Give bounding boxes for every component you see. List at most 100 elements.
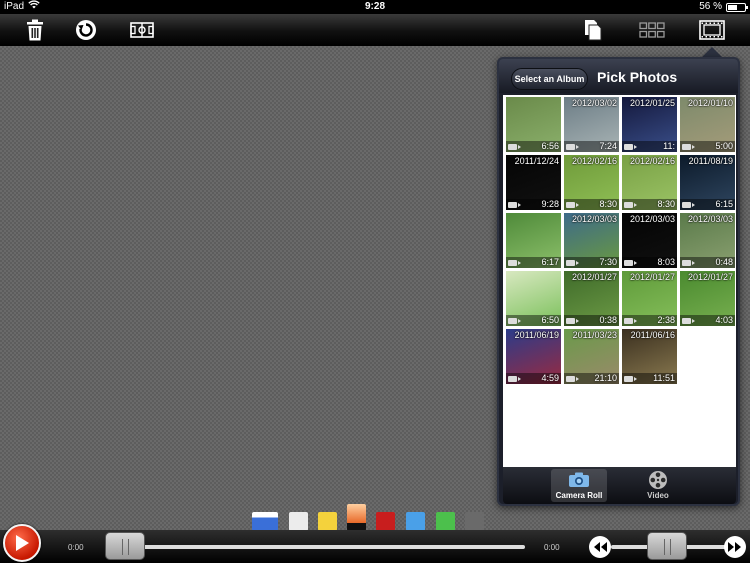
thumbnail-duration: 9:28 <box>541 199 559 209</box>
camera-icon <box>567 470 591 490</box>
photo-thumbnail[interactable]: 2012/03/03 7:30 <box>564 213 619 268</box>
popover-title: Pick Photos <box>597 69 678 85</box>
field-icon[interactable] <box>129 17 155 43</box>
thumbnail-duration: 4:59 <box>541 373 559 383</box>
photo-thumbnail[interactable]: 6:50 <box>506 271 561 326</box>
thumbnail-date: 2012/01/25 <box>629 98 675 108</box>
video-camera-icon <box>682 318 695 324</box>
film-reel-icon <box>646 470 670 490</box>
pick-photos-popover: Select an Album Pick Photos 6:56 2012/03/… <box>497 57 740 506</box>
thumbnail-date: 2011/12/24 <box>514 156 559 166</box>
color-swatch[interactable] <box>347 504 366 531</box>
color-swatch[interactable] <box>465 512 484 531</box>
video-camera-icon <box>682 144 695 150</box>
thumbnail-duration: 0:48 <box>715 257 733 267</box>
thumbnail-duration: 6:50 <box>541 315 559 325</box>
video-camera-icon <box>624 144 637 150</box>
rotate-icon[interactable] <box>73 17 99 43</box>
video-camera-icon <box>682 260 695 266</box>
grid-icon[interactable] <box>639 17 665 43</box>
video-camera-icon <box>624 202 637 208</box>
video-camera-icon <box>566 144 579 150</box>
film-icon[interactable] <box>699 17 725 43</box>
thumbnail-duration: 7:30 <box>599 257 617 267</box>
video-camera-icon <box>508 144 521 150</box>
photo-thumbnail[interactable]: 6:17 <box>506 213 561 268</box>
tab-camera-roll[interactable]: Camera Roll <box>551 469 607 502</box>
photo-thumbnail[interactable]: 2012/02/16 8:30 <box>622 155 677 210</box>
thumbnail-date: 2011/08/19 <box>688 156 733 166</box>
photo-thumbnail[interactable]: 2012/01/27 2:38 <box>622 271 677 326</box>
video-camera-icon <box>508 376 521 382</box>
thumbnail-date: 2012/03/02 <box>571 98 617 108</box>
thumbnail-duration: 6:15 <box>715 199 733 209</box>
photo-thumbnail[interactable]: 2011/12/24 9:28 <box>506 155 561 210</box>
thumbnail-duration: 8:03 <box>657 257 675 267</box>
popover-tabbar: Camera Roll Video <box>503 467 736 504</box>
thumbnail-duration: 6:56 <box>541 141 559 151</box>
photo-thumbnail[interactable]: 2012/03/02 7:24 <box>564 97 619 152</box>
video-camera-icon <box>624 318 637 324</box>
photo-thumbnail[interactable]: 2011/06/19 4:59 <box>506 329 561 384</box>
copy-icon[interactable] <box>580 17 606 43</box>
photo-thumbnail[interactable]: 2012/01/27 0:38 <box>564 271 619 326</box>
timeline-scrubber[interactable] <box>105 532 145 560</box>
battery-icon <box>726 2 748 12</box>
thumbnail-duration: 2:38 <box>657 315 675 325</box>
photo-thumbnail[interactable]: 2011/03/23 21:10 <box>564 329 619 384</box>
photo-grid-area[interactable]: 6:56 2012/03/02 7:24 2012/01/25 11: 2012/01/1… <box>503 95 736 467</box>
video-camera-icon <box>624 376 637 382</box>
thumbnail-date: 2012/01/10 <box>687 98 733 108</box>
video-camera-icon <box>508 202 521 208</box>
trash-icon[interactable] <box>22 17 48 43</box>
thumbnail-date: 2012/03/03 <box>571 214 617 224</box>
timeline-track[interactable] <box>127 545 525 549</box>
thumbnail-duration: 8:30 <box>599 199 617 209</box>
rewind-icon <box>594 542 607 552</box>
thumbnail-duration: 7:24 <box>599 141 617 151</box>
photo-thumbnail[interactable]: 2011/08/19 6:15 <box>680 155 735 210</box>
status-bar: iPad 9:28 56 % <box>0 0 750 14</box>
photo-thumbnail[interactable]: 6:56 <box>506 97 561 152</box>
rewind-button[interactable] <box>589 536 611 558</box>
thumbnail-date: 2011/03/23 <box>572 330 617 340</box>
thumbnail-duration: 11: <box>663 141 675 151</box>
video-camera-icon <box>682 202 695 208</box>
thumbnail-duration: 21:10 <box>594 373 617 383</box>
select-album-button[interactable]: Select an Album <box>511 68 588 90</box>
color-swatch[interactable] <box>252 512 278 531</box>
battery-text: 56 % <box>699 1 722 12</box>
color-swatch[interactable] <box>436 512 455 531</box>
photo-thumbnail[interactable]: 2012/02/16 8:30 <box>564 155 619 210</box>
play-button[interactable] <box>3 524 41 562</box>
thumbnail-duration: 0:38 <box>599 315 617 325</box>
photo-thumbnail[interactable]: 2012/01/25 11: <box>622 97 677 152</box>
color-swatch[interactable] <box>406 512 425 531</box>
color-swatch[interactable] <box>289 512 308 531</box>
color-swatch[interactable] <box>318 512 337 531</box>
thumbnail-date: 2012/02/16 <box>629 156 675 166</box>
tab-camera-roll-label: Camera Roll <box>555 491 603 500</box>
top-toolbar <box>0 14 750 46</box>
photo-thumbnail[interactable]: 2012/01/27 4:03 <box>680 271 735 326</box>
current-time: 0:00 <box>68 543 84 552</box>
photo-grid: 6:56 2012/03/02 7:24 2012/01/25 11: 2012/01/1… <box>506 97 735 384</box>
play-icon <box>16 535 29 551</box>
thumbnail-duration: 5:00 <box>715 141 733 151</box>
video-camera-icon <box>566 376 579 382</box>
photo-thumbnail[interactable]: 2011/06/16 11:51 <box>622 329 677 384</box>
photo-thumbnail[interactable]: 2012/01/10 5:00 <box>680 97 735 152</box>
photo-thumbnail[interactable]: 2012/03/03 0:48 <box>680 213 735 268</box>
status-time: 9:28 <box>364 1 385 12</box>
video-camera-icon <box>566 202 579 208</box>
thumbnail-duration: 8:30 <box>657 199 675 209</box>
tab-video[interactable]: Video <box>630 469 686 502</box>
photo-thumbnail[interactable]: 2012/03/03 8:03 <box>622 213 677 268</box>
video-camera-icon <box>624 260 637 266</box>
thumbnail-date: 2012/01/27 <box>629 272 675 282</box>
video-camera-icon <box>508 318 521 324</box>
speed-slider-knob[interactable] <box>647 532 687 560</box>
color-swatch[interactable] <box>376 512 395 531</box>
thumbnail-date: 2011/06/19 <box>514 330 559 340</box>
fast-forward-button[interactable] <box>724 536 746 558</box>
